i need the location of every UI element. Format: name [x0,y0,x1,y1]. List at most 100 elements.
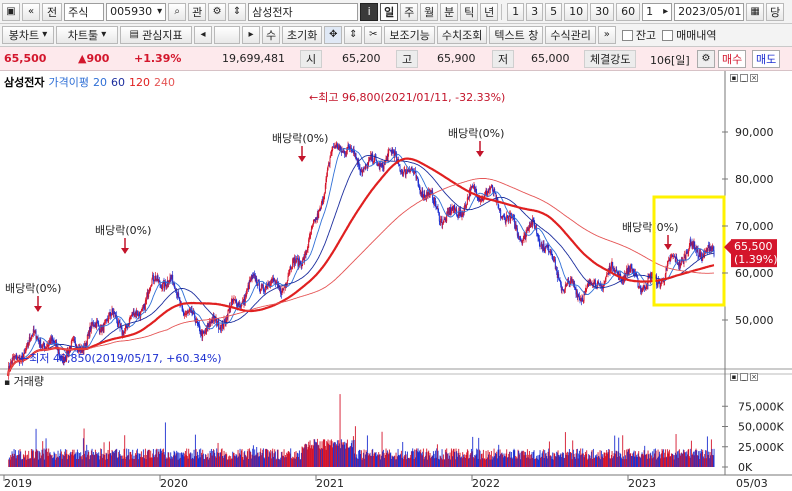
volume-axis-label: 25,000K [738,441,784,454]
count-input[interactable]: 1 ▸ [642,2,673,21]
candle-body [329,157,331,165]
period-tab-5[interactable]: 년 [480,2,499,21]
sell-button[interactable]: 매도 [752,50,781,68]
volume-axis-label: 0K [738,461,753,474]
arrow-down-icon [121,248,129,254]
candle-body [286,280,288,284]
count-button[interactable]: 수 [262,26,280,44]
candle-body [258,280,260,290]
settings-button[interactable]: ⚙ [208,2,227,21]
scissors-button[interactable]: ✂ [364,26,383,44]
pane-lock-icon[interactable]: ▪ [730,74,738,82]
open-label: 시 [300,50,323,68]
more-button[interactable]: » [597,26,616,44]
candle-chart-button[interactable]: 봉차트 ▾ [2,26,54,44]
arrow-down-icon [298,156,306,162]
scissors-icon: ✂ [369,29,378,40]
interval-button-3[interactable]: 3 [526,2,544,21]
scroll-bar[interactable] [214,26,240,44]
period-tab-0[interactable]: 일 [380,2,399,21]
period-tab-3[interactable]: 분 [440,2,459,21]
price-axis-label: 70,000 [735,220,774,233]
formula-manager-button[interactable]: 수식관리 [545,26,596,44]
stepper-button[interactable]: ⇕ [228,2,247,21]
pane-minimize-icon[interactable]: _ [740,74,748,82]
price-change-pct: +1.39% [134,52,182,65]
lock-button[interactable]: ▣ [2,2,20,21]
strength-value: 106[일] [650,54,690,67]
low-label: 저 [492,50,515,68]
period-tab-2[interactable]: 월 [420,2,439,21]
crosshair-button[interactable]: ✥ [324,26,343,44]
strength-label: 체결강도 [584,50,637,68]
interval-button-60[interactable]: 60 [616,2,641,21]
volume-value: 19,699,481 [222,52,285,65]
candle-body [508,216,510,221]
sub-function-button[interactable]: 보조기능 [384,26,435,44]
interval-button-1[interactable]: 1 [507,2,525,21]
stock-name-field[interactable]: 삼성전자 [248,2,359,21]
period-tab-1[interactable]: 주 [400,2,419,21]
chart-tool-button[interactable]: 차트툴 ▾ [56,26,118,44]
double-up-icon: « [27,5,35,17]
candle-body [218,320,220,330]
interval-button-5[interactable]: 5 [545,2,563,21]
time-axis-end-label: 05/03 [736,477,768,490]
candle-body [605,276,607,280]
trade-history-check[interactable]: 매매내역 [662,27,717,43]
pane-close-icon[interactable]: × [750,74,758,82]
vol-pane-lock-icon[interactable]: ▪ [730,373,738,381]
info-button[interactable]: i [360,2,379,21]
price-axis-label: 60,000 [735,267,774,280]
candle-body [86,335,88,345]
lock-icon: ▣ [6,5,16,17]
scroll-right-button[interactable]: ▸ [242,26,260,44]
price-chart[interactable]: ←최고 96,800(2021/01/11, -32.33%) ←최저 40,85… [0,71,792,491]
save-icon: ▤ [129,29,143,40]
candle-body [151,278,153,286]
candle-body [490,187,492,190]
period-tab-4[interactable]: 틱 [460,2,479,21]
buy-button[interactable]: 매수 [718,50,747,68]
time-axis-label: 2023 [628,477,656,490]
volume-collapse-icon[interactable]: ▪ [4,378,10,388]
date-input[interactable]: 2023/05/01 [674,2,745,21]
all-time-high-label: ←최고 96,800(2021/01/11, -32.33%) [309,91,505,104]
calendar-button[interactable]: ▦ [746,2,765,21]
dividend-label-4: 배당락(0%) [622,221,678,234]
time-axis-label: 2020 [160,477,188,490]
balance-check[interactable]: 잔고 [621,27,656,43]
stock-code-input[interactable]: 005930 ▾ [106,2,167,21]
today-button[interactable]: 당 [766,2,785,21]
text-window-button[interactable]: 텍스트 창 [489,26,544,44]
scroll-left-button[interactable]: ◂ [194,26,212,44]
value-lookup-button[interactable]: 수치조회 [436,26,488,44]
reset-button[interactable]: 초기화 [282,26,323,44]
prev-button[interactable]: 전 [42,2,63,21]
time-axis-label: 2022 [472,477,500,490]
vol-pane-minimize-icon[interactable]: _ [740,373,748,381]
updown-icon: ⇕ [232,5,242,17]
toolbar-tools: 봉차트 ▾ 차트툴 ▾ ▤ 관심지표 ◂ ▸ 수 초기화 ✥ ⇕ ✂ 보조기능 … [0,24,792,47]
watch-indicator-button[interactable]: ▤ 관심지표 [120,26,192,44]
market-select[interactable]: 주식 [64,2,105,21]
collapse-button[interactable]: « [22,2,40,21]
candle-body [606,274,608,277]
price-change: ▲900 [78,52,110,65]
candle-body [539,242,541,247]
chevron-down-icon: ▾ [39,29,48,40]
candle-body [327,166,329,171]
search-button[interactable]: ⌕ [168,2,187,21]
volume-bar [713,448,715,467]
pin-button[interactable]: ⇕ [344,26,363,44]
interval-button-10[interactable]: 10 [564,2,589,21]
quote-bar: 65,500 ▲900 +1.39% 19,699,481 시 65,200 고… [0,47,792,71]
interval-button-30[interactable]: 30 [590,2,615,21]
chart-settings-button[interactable]: ⚙ [697,50,715,68]
candle-body [218,328,220,330]
stepper-icon: ▸ [663,5,669,17]
search-icon: ⌕ [174,5,180,17]
vol-pane-close-icon[interactable]: × [750,373,758,381]
watchlist-button[interactable]: 관 [188,2,207,21]
price-axis-label: 50,000 [735,314,774,327]
